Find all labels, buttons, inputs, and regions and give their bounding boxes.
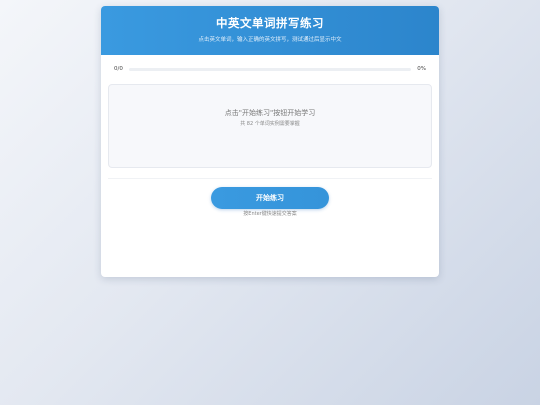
page-subtitle: 点击英文单词，输入正确的英文拼写，测试通过后显示中文 [198, 37, 342, 43]
practice-area: 点击"开始练习"按钮开始学习 共 82 个单词实例需要掌握 [108, 84, 432, 168]
progress-count: 0/0 [114, 65, 123, 72]
progress-percent: 0% [417, 65, 426, 72]
start-prompt: 点击"开始练习"按钮开始学习 [224, 109, 316, 117]
page-title: 中英文单词拼写练习 [216, 16, 324, 30]
progress-bar [128, 67, 412, 71]
progress-row: 0/0 0% [107, 62, 433, 76]
enter-key-hint: 按Enter键快速提交答案 [243, 211, 297, 217]
start-practice-button[interactable]: 开始练习 [211, 187, 329, 209]
practice-card: 中英文单词拼写练习 点击英文单词，输入正确的英文拼写，测试通过后显示中文 0/0… [101, 6, 439, 277]
word-count-text: 共 82 个单词实例需要掌握 [240, 121, 300, 127]
divider [108, 178, 432, 179]
header-banner: 中英文单词拼写练习 点击英文单词，输入正确的英文拼写，测试通过后显示中文 [101, 6, 439, 55]
